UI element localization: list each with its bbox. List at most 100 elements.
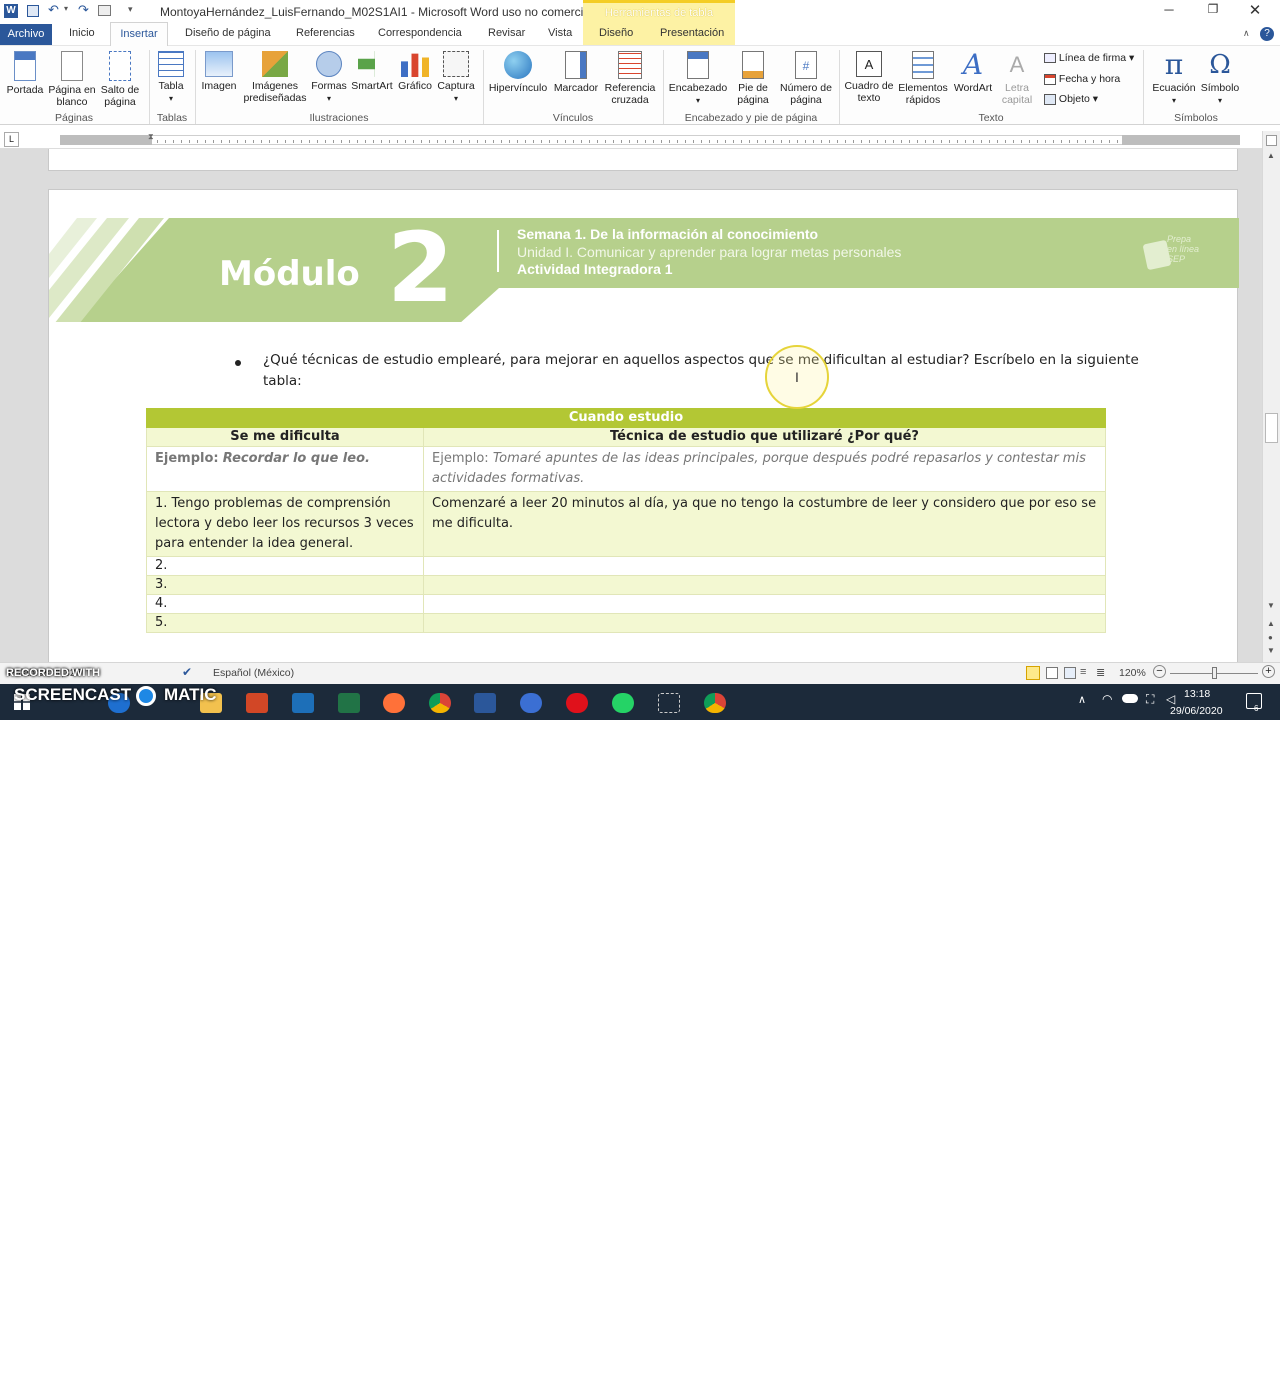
portada-button[interactable]: Portada — [3, 51, 47, 96]
row4-dificultad[interactable]: 4. — [146, 594, 424, 614]
print-preview-icon[interactable] — [98, 5, 111, 16]
web-layout-view-icon[interactable] — [1064, 667, 1076, 679]
volume-icon[interactable]: ◁ — [1166, 692, 1175, 706]
letra-capital-button[interactable]: A Letra capital — [996, 51, 1038, 106]
excel-icon[interactable] — [338, 693, 360, 713]
encabezado-button[interactable]: Encabezado ▾ — [666, 51, 730, 107]
row1-dificultad[interactable]: 1. Tengo problemas de comprensión lector… — [146, 491, 424, 557]
imagen-button[interactable]: Imagen — [198, 51, 240, 92]
redo-icon[interactable]: ↷ — [78, 2, 89, 18]
example-cell-1[interactable]: Ejemplo: Recordar lo que leo. — [146, 446, 424, 492]
browse-object-icon[interactable]: ● — [1268, 633, 1273, 642]
row4-tecnica[interactable] — [423, 594, 1106, 614]
minimize-button[interactable]: ─ — [1158, 2, 1180, 20]
print-layout-view-icon[interactable] — [1026, 666, 1040, 680]
tabla-button[interactable]: Tabla ▾ — [152, 51, 190, 105]
linea-de-firma-button[interactable]: Línea de firma ▾ — [1044, 52, 1134, 64]
scroll-thumb[interactable] — [1265, 413, 1278, 443]
zoom-out-icon[interactable]: − — [1153, 665, 1166, 678]
pie-de-pagina-button[interactable]: Pie de página — [730, 51, 776, 106]
video-icon[interactable] — [292, 693, 314, 713]
wifi-icon[interactable]: ◠ — [1102, 692, 1112, 706]
save-icon[interactable] — [27, 5, 39, 17]
study-table[interactable]: Cuando estudio Se me dificulta Técnica d… — [146, 408, 1106, 633]
close-button[interactable]: ✕ — [1244, 1, 1266, 19]
vertical-scrollbar[interactable]: ▲ ▼ ▲ ● ▼ — [1262, 131, 1280, 662]
clock-time[interactable]: 13:18 — [1184, 688, 1210, 700]
powerpoint-icon[interactable] — [246, 693, 268, 713]
opera-icon[interactable] — [566, 693, 588, 713]
bullet-question[interactable]: ¿Qué técnicas de estudio emplearé, para … — [263, 350, 1143, 392]
salto-de-pagina-button[interactable]: Salto de página — [97, 51, 143, 108]
help-icon[interactable]: ? — [1260, 27, 1274, 41]
referencia-cruzada-button[interactable]: Referencia cruzada — [602, 51, 658, 106]
language-indicator[interactable]: Español (México) — [213, 667, 294, 679]
network-icon[interactable]: ⛶ — [1146, 692, 1154, 707]
clock-date[interactable]: 29/06/2020 — [1170, 705, 1223, 717]
ecuacion-button[interactable]: π Ecuación ▾ — [1148, 51, 1200, 107]
imagenes-predisenadas-button[interactable]: Imágenes prediseñadas — [240, 51, 310, 104]
restore-button[interactable]: ❐ — [1202, 2, 1224, 20]
page[interactable]: Módulo 2 Semana 1. De la información al … — [48, 189, 1239, 662]
smartart-button[interactable]: SmartArt — [349, 51, 395, 92]
row5-tecnica[interactable] — [423, 613, 1106, 633]
search-taskbar-icon[interactable] — [62, 1379, 78, 1395]
objeto-button[interactable]: Objeto ▾ — [1044, 93, 1098, 105]
undo-icon[interactable]: ↶ — [48, 2, 59, 18]
chrome-icon[interactable] — [429, 693, 451, 713]
firefox-icon[interactable] — [383, 693, 405, 713]
next-page-icon[interactable]: ▼ — [1267, 646, 1275, 655]
ribbon-collapse-icon[interactable]: ∧ — [1243, 28, 1250, 39]
scroll-up-icon[interactable]: ▲ — [1267, 151, 1275, 160]
tab-diseno[interactable]: Diseño — [599, 27, 633, 39]
captura-button[interactable]: Captura ▾ — [434, 51, 478, 105]
tray-chevron-icon[interactable]: ∧ — [1078, 693, 1086, 706]
zoom-level[interactable]: 120% — [1119, 667, 1146, 679]
example-cell-2[interactable]: Ejemplo: Tomaré apuntes de las ideas pri… — [423, 446, 1106, 492]
row5-dificultad[interactable]: 5. — [146, 613, 424, 633]
chrome-icon-2[interactable] — [704, 693, 726, 713]
numero-de-pagina-button[interactable]: # Número de página — [776, 51, 836, 106]
tab-archivo[interactable]: Archivo — [0, 24, 52, 45]
indent-marker-icon[interactable]: ⧗ — [148, 132, 154, 142]
row1-tecnica[interactable]: Comenzaré a leer 20 minutos al día, ya q… — [423, 491, 1106, 557]
row2-dificultad[interactable]: 2. — [146, 556, 424, 576]
customize-qat-icon[interactable]: ▾ — [128, 4, 133, 15]
tab-vista[interactable]: Vista — [548, 27, 572, 39]
row3-tecnica[interactable] — [423, 575, 1106, 595]
tab-presentacion[interactable]: Presentación — [660, 27, 724, 39]
zoom-slider-thumb[interactable] — [1212, 667, 1217, 679]
row2-tecnica[interactable] — [423, 556, 1106, 576]
hipervinculo-button[interactable]: Hipervínculo — [486, 51, 550, 94]
simbolo-button[interactable]: Ω Símbolo ▾ — [1198, 51, 1242, 107]
tab-referencias[interactable]: Referencias — [296, 27, 355, 39]
marcador-button[interactable]: Marcador — [550, 51, 602, 94]
undo-dropdown-icon[interactable]: ▾ — [64, 4, 68, 13]
pagina-en-blanco-button[interactable]: Página en blanco — [46, 51, 98, 108]
fecha-y-hora-button[interactable]: Fecha y hora — [1044, 73, 1120, 85]
app-blue-icon[interactable] — [520, 693, 542, 713]
draft-view-icon[interactable]: ≣ — [1096, 666, 1105, 679]
snipping-icon[interactable] — [658, 693, 680, 713]
full-screen-view-icon[interactable] — [1046, 667, 1058, 679]
row3-dificultad[interactable]: 3. — [146, 575, 424, 595]
ruler-toggle-icon[interactable] — [1266, 135, 1277, 146]
grafico-button[interactable]: Gráfico — [395, 51, 435, 92]
horizontal-ruler[interactable]: L ⧗ — [0, 131, 1262, 149]
formas-button[interactable]: Formas ▾ — [309, 51, 349, 105]
elementos-rapidos-button[interactable]: Elementos rápidos — [896, 51, 950, 106]
tab-selector-icon[interactable]: L — [4, 132, 19, 147]
onedrive-icon[interactable] — [1122, 694, 1138, 703]
tab-diseno-pagina[interactable]: Diseño de página — [185, 27, 271, 39]
word-app-icon[interactable]: W — [4, 4, 18, 18]
cuadro-de-texto-button[interactable]: A Cuadro de texto — [842, 51, 896, 104]
tab-correspondencia[interactable]: Correspondencia — [378, 27, 462, 39]
previous-page-icon[interactable]: ▲ — [1267, 619, 1275, 628]
tab-insertar[interactable]: Insertar — [110, 22, 168, 46]
word-taskbar-icon[interactable] — [474, 693, 496, 713]
scroll-down-icon[interactable]: ▼ — [1267, 601, 1275, 610]
whatsapp-icon[interactable] — [612, 693, 634, 713]
zoom-in-icon[interactable]: + — [1262, 665, 1275, 678]
tab-revisar[interactable]: Revisar — [488, 27, 525, 39]
tab-inicio[interactable]: Inicio — [69, 27, 95, 39]
